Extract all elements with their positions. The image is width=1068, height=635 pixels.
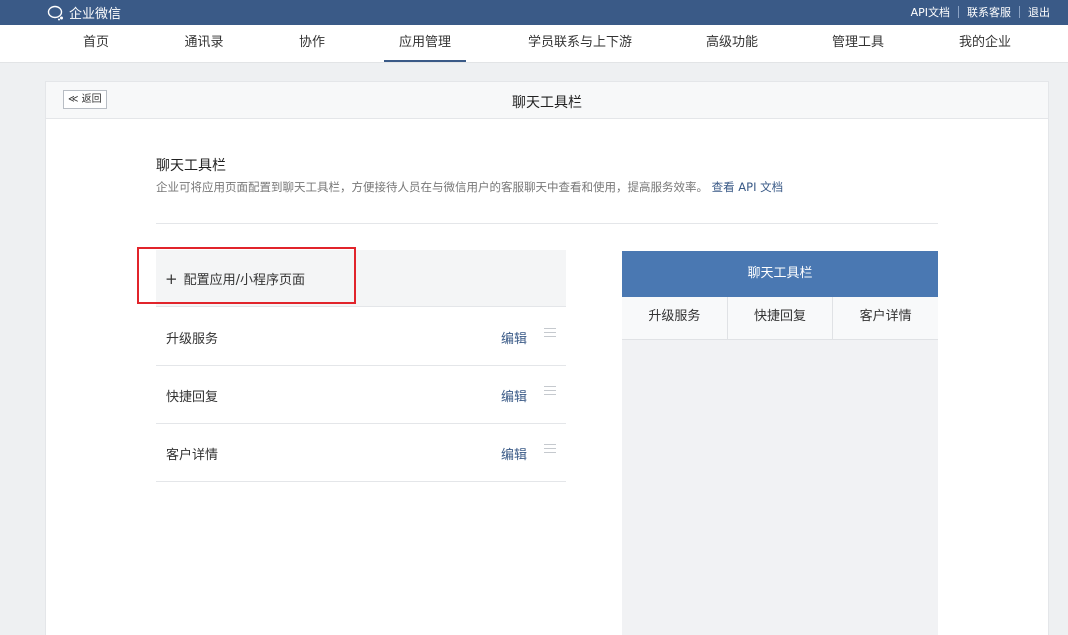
nav-item-app-management[interactable]: 应用管理 xyxy=(384,25,466,62)
section-divider xyxy=(156,223,938,224)
drag-handle-icon[interactable] xyxy=(544,444,556,454)
nav-item-contacts[interactable]: 通讯录 xyxy=(183,25,225,62)
main-nav: 首页 通讯录 协作 应用管理 学员联系与上下游 高级功能 管理工具 我的企业 xyxy=(0,25,1068,63)
top-links: API文档 联系客服 退出 xyxy=(911,4,1050,20)
wecom-logo-icon xyxy=(47,5,63,20)
section-title: 聊天工具栏 xyxy=(156,158,226,174)
list-item: 快捷回复 编辑 xyxy=(156,366,566,424)
toolbar-preview: 聊天工具栏 升级服务 快捷回复 客户详情 xyxy=(622,251,938,635)
logo[interactable]: 企业微信 xyxy=(47,3,121,22)
list-item: 客户详情 编辑 xyxy=(156,424,566,482)
content-panel: ≪ 返回 聊天工具栏 聊天工具栏 企业可将应用页面配置到聊天工具栏，方便接待人员… xyxy=(45,81,1049,635)
nav-item-admin-tools[interactable]: 管理工具 xyxy=(830,25,886,62)
edit-link[interactable]: 编辑 xyxy=(501,328,527,347)
menu-item-name: 客户详情 xyxy=(166,448,219,463)
panel-header: ≪ 返回 聊天工具栏 xyxy=(46,82,1048,119)
preview-tab[interactable]: 快捷回复 xyxy=(728,297,834,339)
drag-handle-icon[interactable] xyxy=(544,328,556,338)
nav-item-advanced[interactable]: 高级功能 xyxy=(704,25,760,62)
api-doc-link[interactable]: 查看 API 文档 xyxy=(712,180,784,194)
nav-item-home[interactable]: 首页 xyxy=(80,25,112,62)
logout-link[interactable]: 退出 xyxy=(1028,4,1050,20)
divider xyxy=(1019,6,1020,18)
top-bar: 企业微信 API文档 联系客服 退出 xyxy=(0,0,1068,25)
menu-item-name: 快捷回复 xyxy=(166,390,219,405)
list-item: 升级服务 编辑 xyxy=(156,308,566,366)
preview-tab[interactable]: 升级服务 xyxy=(622,297,728,339)
drag-handle-icon[interactable] xyxy=(544,386,556,396)
section-description: 企业可将应用页面配置到聊天工具栏，方便接待人员在与微信用户的客服聊天中查看和使用… xyxy=(156,179,783,195)
edit-link[interactable]: 编辑 xyxy=(501,386,527,405)
contact-support-link[interactable]: 联系客服 xyxy=(967,4,1011,20)
preview-tab[interactable]: 客户详情 xyxy=(833,297,938,339)
menu-item-name: 升级服务 xyxy=(166,332,219,347)
panel-title: 聊天工具栏 xyxy=(512,95,582,111)
api-docs-link[interactable]: API文档 xyxy=(911,4,950,20)
highlight-box xyxy=(137,247,356,304)
nav-item-my-company[interactable]: 我的企业 xyxy=(957,25,1013,62)
divider xyxy=(958,6,959,18)
edit-link[interactable]: 编辑 xyxy=(501,444,527,463)
nav-item-collaboration[interactable]: 协作 xyxy=(298,25,326,62)
logo-text: 企业微信 xyxy=(69,7,122,22)
description-text: 企业可将应用页面配置到聊天工具栏，方便接待人员在与微信用户的客服聊天中查看和使用… xyxy=(156,180,708,194)
nav-item-contacts-upstream[interactable]: 学员联系与上下游 xyxy=(524,25,636,62)
preview-tabs: 升级服务 快捷回复 客户详情 xyxy=(622,297,938,340)
preview-title: 聊天工具栏 xyxy=(622,251,938,297)
